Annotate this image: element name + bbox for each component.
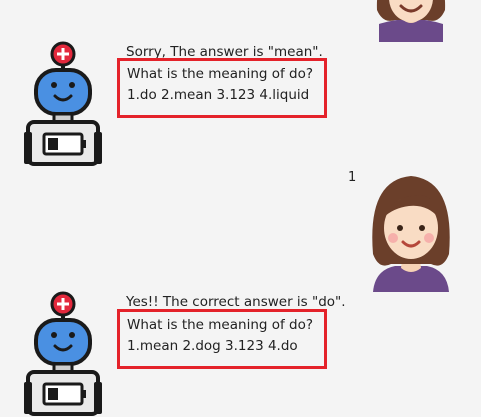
user-avatar-icon: [376, 0, 446, 42]
robot-avatar-icon: [24, 41, 102, 166]
question-text: What is the meaning of do?: [127, 317, 314, 333]
question-text: What is the meaning of do?: [127, 66, 314, 82]
quiz-question-block: What is the meaning of do? 1.do 2.mean 3…: [127, 64, 313, 106]
user-avatar-icon: [372, 176, 450, 292]
robot-avatar-icon: [24, 291, 102, 416]
scrollbar[interactable]: [481, 0, 494, 417]
user-message-text: 1: [348, 170, 357, 185]
quiz-question-block: What is the meaning of do? 1.mean 2.dog …: [127, 315, 313, 357]
answer-options[interactable]: 1.do 2.mean 3.123 4.liquid: [127, 85, 313, 106]
answer-options[interactable]: 1.mean 2.dog 3.123 4.do: [127, 336, 313, 357]
chat-area[interactable]: Sorry, The answer is "mean". What is the…: [0, 0, 481, 417]
